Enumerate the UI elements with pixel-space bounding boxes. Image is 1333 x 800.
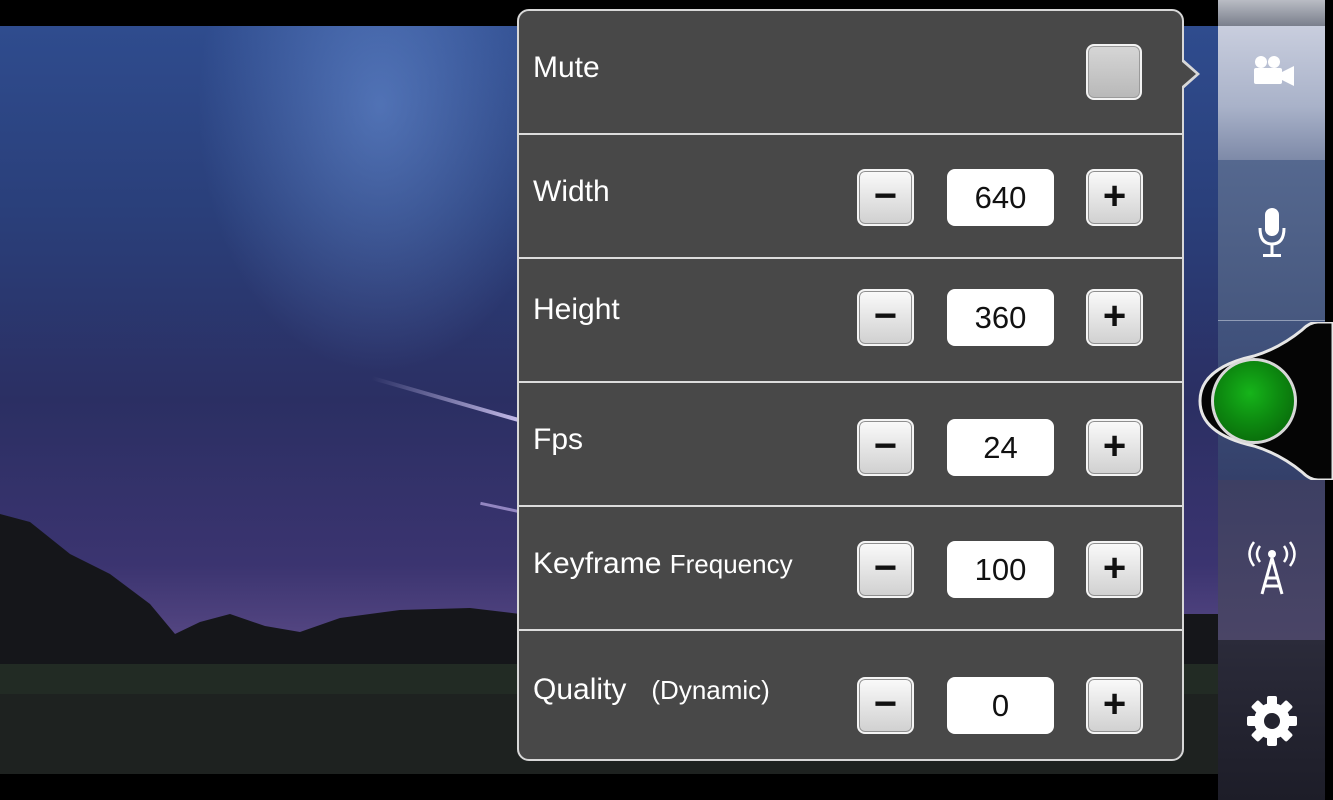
mute-row: Mute (519, 11, 1182, 135)
sidebar-item-audio[interactable] (1218, 160, 1325, 321)
sidebar-item-broadcast[interactable] (1218, 480, 1325, 641)
lightning-streak-small (480, 501, 520, 514)
quality-decrease-button[interactable]: − (857, 677, 914, 734)
keyframe-increase-button[interactable]: + (1086, 541, 1143, 598)
microphone-icon (1258, 208, 1286, 257)
fps-value[interactable]: 24 (947, 419, 1054, 476)
keyframe-label-main: Keyframe (533, 547, 662, 580)
width-increase-button[interactable]: + (1086, 169, 1143, 226)
quality-value[interactable]: 0 (947, 677, 1054, 734)
fps-label: Fps (533, 423, 584, 456)
sidebar-item-video[interactable] (1218, 26, 1325, 161)
width-row: Width − 640 + (519, 135, 1182, 259)
height-label: Height (533, 293, 620, 326)
settings-panel: Mute Width − 640 + Height − 360 + Fps − … (517, 9, 1184, 761)
height-value[interactable]: 360 (947, 289, 1054, 346)
panel-pointer-fill (1181, 61, 1196, 87)
keyframe-row: Keyframe Frequency − 100 + (519, 507, 1182, 631)
keyframe-label: Keyframe Frequency (533, 547, 793, 581)
fps-row: Fps − 24 + (519, 383, 1182, 507)
quality-row: Quality (Dynamic) − 0 + (519, 631, 1182, 755)
quality-label: Quality (Dynamic) (533, 673, 770, 707)
video-camera-icon (1254, 56, 1294, 86)
quality-label-sub: (Dynamic) (651, 675, 770, 705)
bottom-bar (0, 774, 1218, 800)
height-decrease-button[interactable]: − (857, 289, 914, 346)
keyframe-decrease-button[interactable]: − (857, 541, 914, 598)
height-increase-button[interactable]: + (1086, 289, 1143, 346)
antenna-icon (1248, 541, 1296, 595)
width-value[interactable]: 640 (947, 169, 1054, 226)
width-label: Width (533, 175, 610, 208)
mute-checkbox[interactable] (1086, 44, 1142, 100)
mute-label: Mute (533, 51, 600, 84)
sidebar-item-settings[interactable] (1218, 640, 1325, 800)
sidebar-top-cap (1218, 0, 1325, 27)
width-decrease-button[interactable]: − (857, 169, 914, 226)
height-row: Height − 360 + (519, 259, 1182, 383)
gear-icon (1247, 696, 1297, 746)
quality-increase-button[interactable]: + (1086, 677, 1143, 734)
fps-increase-button[interactable]: + (1086, 419, 1143, 476)
record-button[interactable] (1211, 358, 1297, 444)
keyframe-value[interactable]: 100 (947, 541, 1054, 598)
keyframe-label-sub: Frequency (669, 549, 793, 579)
fps-decrease-button[interactable]: − (857, 419, 914, 476)
quality-label-main: Quality (533, 673, 627, 706)
lightning-streak (371, 376, 527, 425)
